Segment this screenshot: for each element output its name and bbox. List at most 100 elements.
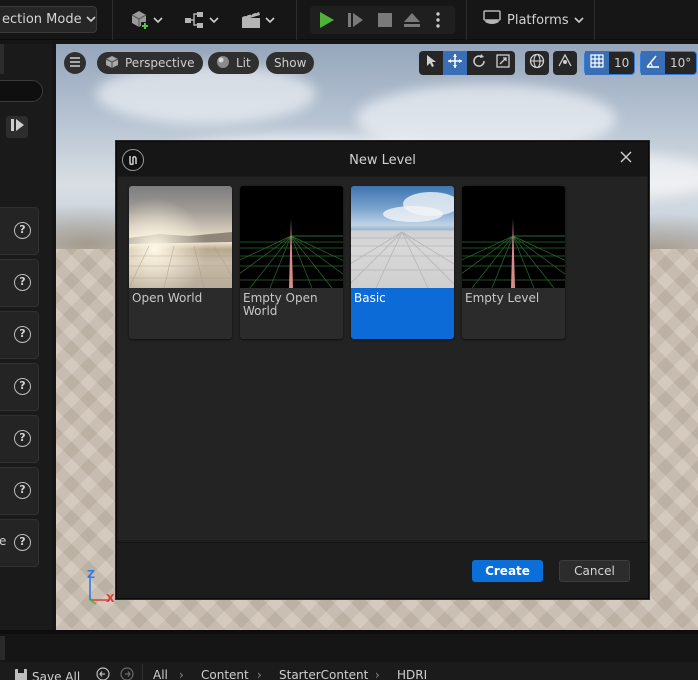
place-actors-card[interactable]: ? <box>0 467 39 515</box>
play-icon[interactable] <box>316 10 336 34</box>
back-arrow-icon[interactable] <box>96 667 110 680</box>
blueprint-graph-icon <box>184 10 206 30</box>
show-button[interactable]: Show <box>266 52 315 74</box>
help-icon[interactable]: ? <box>14 378 31 395</box>
gamepad-icon <box>482 10 502 30</box>
save-all-label: Save All <box>32 669 81 680</box>
cancel-button[interactable]: Cancel <box>559 560 630 582</box>
advance-frame-icon[interactable] <box>346 10 366 34</box>
blueprints-button[interactable] <box>184 8 219 32</box>
template-basic[interactable]: Basic <box>351 186 454 339</box>
template-empty-level[interactable]: Empty Level <box>462 186 565 339</box>
help-icon[interactable]: ? <box>14 430 31 447</box>
lit-sphere-icon <box>216 55 230 72</box>
viewport-menu-button[interactable] <box>64 52 86 74</box>
scale-tool[interactable] <box>491 51 515 75</box>
breadcrumb-separator: › <box>179 668 184 680</box>
chevron-down-icon <box>86 12 96 27</box>
show-label: Show <box>274 56 307 70</box>
cursor-icon <box>425 54 437 72</box>
surface-snapping-button[interactable] <box>553 51 577 75</box>
save-all-button[interactable]: Save All <box>14 668 80 680</box>
breadcrumb-all[interactable]: All <box>153 668 168 680</box>
add-cube-icon <box>128 9 150 31</box>
empty-grid-thumbnail <box>462 186 565 288</box>
breadcrumb-separator: › <box>257 668 262 680</box>
template-label: Basic <box>354 291 386 305</box>
scale-icon <box>496 54 510 72</box>
mode-selector-button[interactable]: ection Mode <box>0 6 97 33</box>
add-content-button[interactable] <box>128 8 163 32</box>
empty-grid-thumbnail <box>240 186 343 288</box>
rotation-snap-toggle[interactable]: 10° <box>640 51 698 75</box>
hamburger-icon <box>69 56 81 71</box>
breadcrumb-startercontent[interactable]: StarterContent <box>279 668 368 680</box>
search-input[interactable] <box>0 80 43 102</box>
grid-icon <box>590 54 604 72</box>
perspective-label: Perspective <box>125 56 195 70</box>
translate-tool[interactable] <box>443 51 467 75</box>
template-label: Empty Level <box>465 291 540 305</box>
coordinate-system-button[interactable] <box>525 51 549 75</box>
grid-snap-value[interactable]: 10 <box>609 56 634 70</box>
help-icon[interactable]: ? <box>14 482 31 499</box>
place-actors-card[interactable]: ? <box>0 415 39 463</box>
panel-tab[interactable] <box>0 44 4 74</box>
help-icon[interactable]: ? <box>14 222 31 239</box>
place-actors-card[interactable]: ? <box>0 363 39 411</box>
breadcrumb-hdri[interactable]: HDRI <box>397 668 427 680</box>
panel-splitter[interactable] <box>0 630 698 634</box>
main-toolbar: ection Mode Platforms <box>0 0 698 40</box>
toolbar-divider <box>466 0 467 40</box>
chevron-down-icon <box>574 13 584 28</box>
select-tool[interactable] <box>419 51 443 75</box>
breadcrumb-content[interactable]: Content <box>201 668 249 680</box>
template-open-world[interactable]: Open World <box>129 186 232 339</box>
move-arrows-icon <box>447 53 463 73</box>
card-label: e <box>0 534 7 548</box>
place-actors-card[interactable]: e ? <box>0 519 39 567</box>
save-icon <box>14 668 28 680</box>
close-icon[interactable] <box>617 148 635 166</box>
play-controls <box>310 6 455 34</box>
template-empty-open-world[interactable]: Empty Open World <box>240 186 343 339</box>
lit-label: Lit <box>236 56 251 70</box>
axis-z-label: Z <box>87 568 95 581</box>
help-icon[interactable]: ? <box>14 534 31 551</box>
rotate-tool[interactable] <box>467 51 491 75</box>
forward-arrow-icon[interactable] <box>120 667 134 680</box>
more-options-icon[interactable] <box>434 11 442 33</box>
template-label: Open World <box>132 291 203 305</box>
help-icon[interactable]: ? <box>14 326 31 343</box>
eject-icon[interactable] <box>402 10 422 34</box>
rotation-snap-value[interactable]: 10° <box>665 56 696 70</box>
cinematics-button[interactable] <box>240 8 275 32</box>
toggle-panel-button[interactable] <box>6 116 28 138</box>
mode-selector-label: ection Mode <box>2 12 82 27</box>
axis-x-label: X <box>106 592 115 605</box>
lit-button[interactable]: Lit <box>208 52 259 74</box>
place-actors-card[interactable]: ? <box>0 259 39 307</box>
platforms-button[interactable]: Platforms <box>478 6 588 34</box>
content-drawer-tab[interactable] <box>0 636 5 660</box>
perspective-button[interactable]: Perspective <box>97 52 203 74</box>
place-actors-card[interactable]: ? <box>0 311 39 359</box>
help-icon[interactable]: ? <box>14 274 31 291</box>
dialog-title-bar[interactable]: New Level <box>117 142 648 176</box>
new-level-dialog: New Level Open World Empty Open World Ba… <box>116 141 649 599</box>
toolbar-divider <box>296 0 297 40</box>
grid-snap-toggle[interactable]: 10 <box>584 51 636 75</box>
stop-icon[interactable] <box>376 11 394 33</box>
clapperboard-icon <box>240 10 262 30</box>
media-toggle-icon <box>9 117 25 137</box>
transform-tools <box>419 51 515 75</box>
snap-surface-icon <box>557 53 573 73</box>
template-list: Open World Empty Open World Basic Empty … <box>118 177 647 540</box>
dialog-footer: Create Cancel <box>117 542 648 598</box>
angle-icon <box>646 54 660 72</box>
place-actors-card[interactable]: ? <box>0 207 39 255</box>
open-world-thumbnail <box>129 186 232 288</box>
breadcrumb-separator: › <box>375 668 380 680</box>
create-button[interactable]: Create <box>472 560 543 582</box>
basic-thumbnail <box>351 186 454 288</box>
